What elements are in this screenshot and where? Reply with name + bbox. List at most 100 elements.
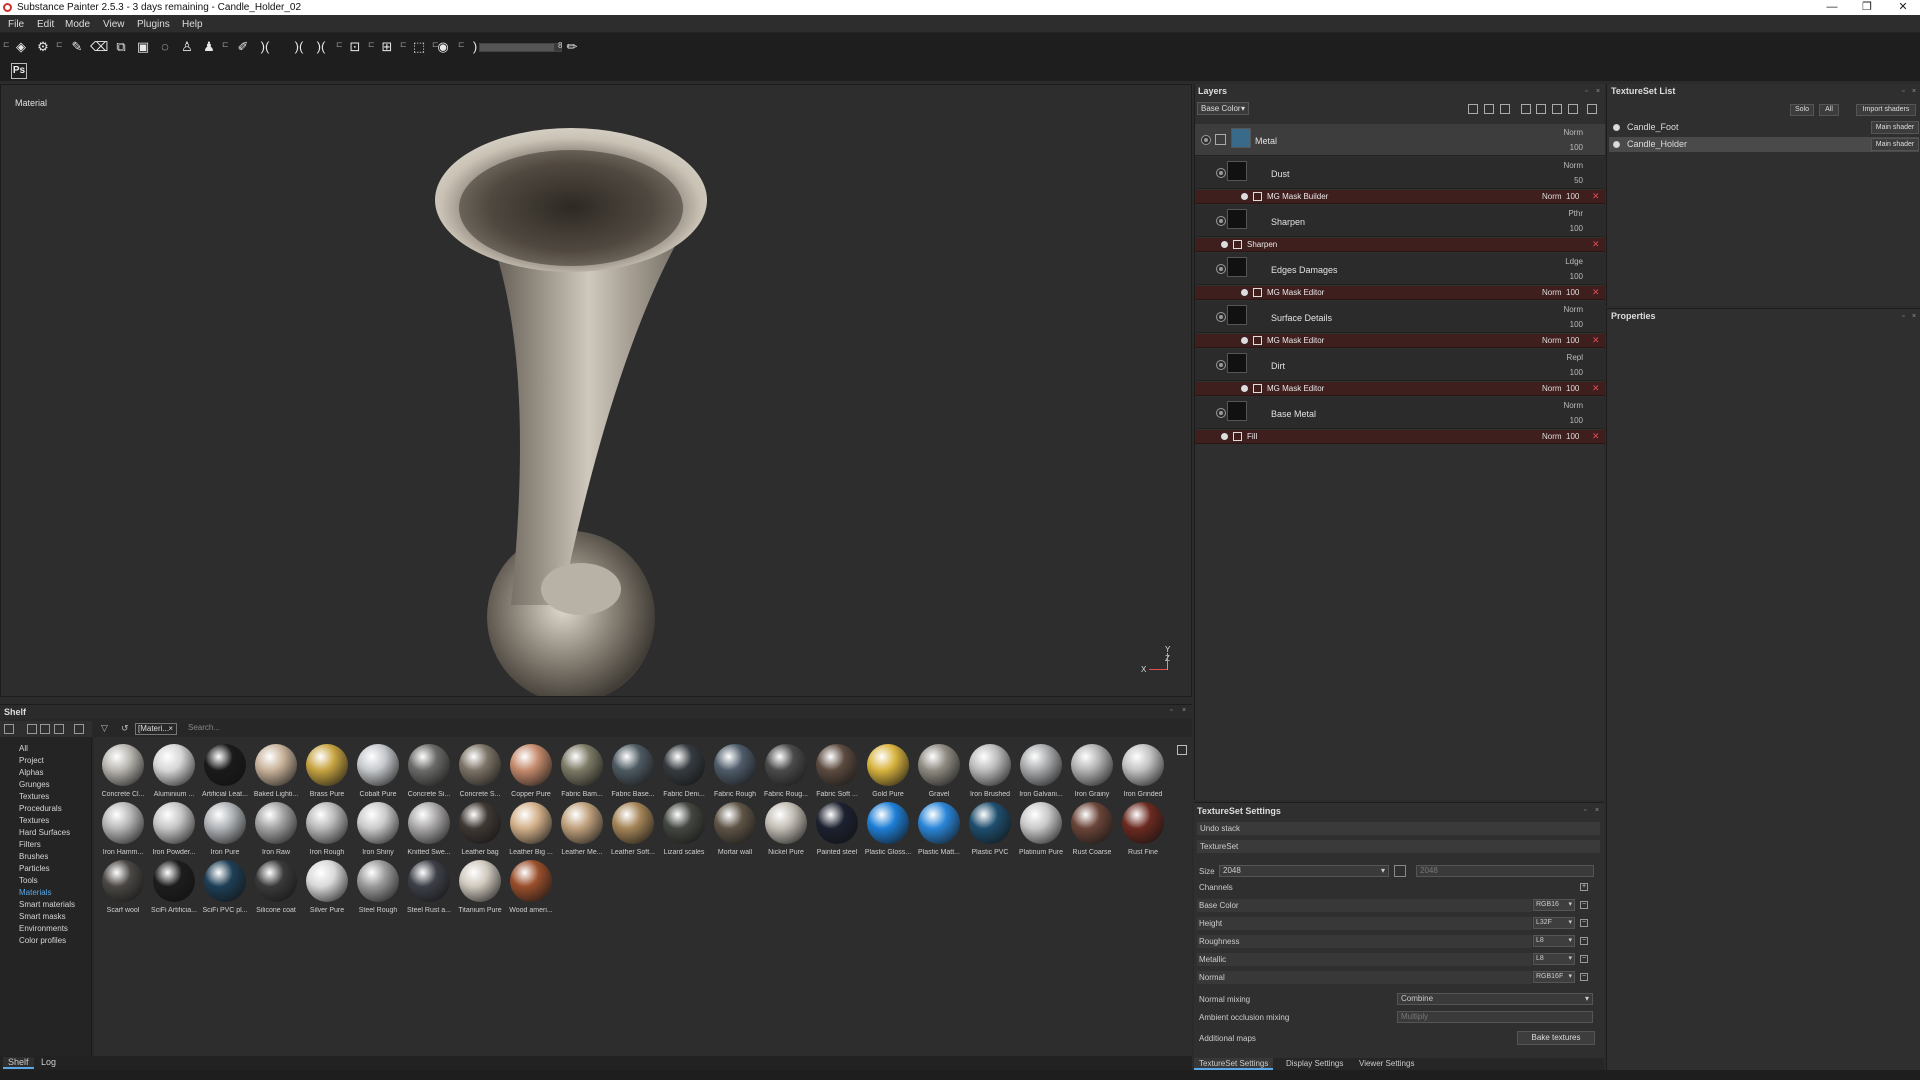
- material-item[interactable]: Concrete Si...: [404, 744, 454, 804]
- add-channel-icon[interactable]: +: [1580, 883, 1588, 891]
- paint-mode-icon[interactable]: ◈: [12, 39, 30, 55]
- layer-opacity[interactable]: 100: [1570, 320, 1583, 329]
- material-item[interactable]: Cobalt Pure: [353, 744, 403, 804]
- shelf-category-item[interactable]: Alphas: [0, 767, 92, 779]
- add-group-icon[interactable]: [1568, 104, 1578, 114]
- material-item[interactable]: Plastic PVC: [965, 802, 1015, 862]
- remove-channel-icon[interactable]: −: [1580, 937, 1588, 945]
- blend-mode[interactable]: Ldge: [1565, 257, 1583, 266]
- shelf-category-item[interactable]: Filters: [0, 839, 92, 851]
- material-item[interactable]: Knitted Swe...: [404, 802, 454, 862]
- filter-icon[interactable]: ▽: [101, 723, 108, 734]
- material-item[interactable]: Fabric Rough: [710, 744, 760, 804]
- float-panel-icon[interactable]: ▫: [1584, 807, 1586, 814]
- material-item[interactable]: Rust Coarse: [1067, 802, 1117, 862]
- remove-effect-icon[interactable]: ✕: [1592, 287, 1600, 298]
- material-item[interactable]: Wood ameri...: [506, 860, 556, 920]
- material-item[interactable]: Titanium Pure: [455, 860, 505, 920]
- add-effect-icon[interactable]: [1468, 104, 1478, 114]
- shelf-category-item[interactable]: Hard Surfaces: [0, 827, 92, 839]
- view-mode-icon[interactable]: ⊞: [378, 39, 396, 55]
- material-item[interactable]: Baked Lighti...: [251, 744, 301, 804]
- material-item[interactable]: Concrete S...: [455, 744, 505, 804]
- channel-format-dropdown[interactable]: L8 ▾: [1533, 935, 1575, 947]
- channel-format-dropdown[interactable]: RGB16F ▾: [1533, 971, 1575, 983]
- blend-mode[interactable]: Repl: [1567, 353, 1583, 362]
- toolbar-expand-icon[interactable]: ⊏: [3, 39, 10, 51]
- textureset-bar[interactable]: TextureSet: [1197, 840, 1600, 853]
- layer-opacity[interactable]: 100: [1570, 368, 1583, 377]
- effect-row[interactable]: Fill Norm 100 ✕: [1195, 430, 1605, 444]
- material-item[interactable]: Fabric Bam...: [557, 744, 607, 804]
- tab-textureset-settings[interactable]: TextureSet Settings: [1194, 1058, 1274, 1070]
- material-item[interactable]: Lizard scales: [659, 802, 709, 862]
- material-item[interactable]: Silver Pure: [302, 860, 352, 920]
- link-size-icon[interactable]: [1394, 865, 1406, 877]
- material-item[interactable]: Leather bag: [455, 802, 505, 862]
- material-item[interactable]: Nickel Pure: [761, 802, 811, 862]
- menu-view[interactable]: View: [103, 19, 125, 30]
- material-item[interactable]: Gold Pure: [863, 744, 913, 804]
- channel-format-dropdown[interactable]: L8 ▾: [1533, 953, 1575, 965]
- float-panel-icon[interactable]: ▫: [1170, 707, 1172, 714]
- blend-mode[interactable]: Norm: [1563, 128, 1583, 137]
- shader-button[interactable]: Main shader: [1871, 121, 1919, 134]
- eraser-icon[interactable]: ⌫: [90, 39, 108, 55]
- textureset-row[interactable]: Candle_Foot Main shader: [1609, 120, 1919, 135]
- material-item[interactable]: Steel Rust a...: [404, 860, 454, 920]
- tab-log[interactable]: Log: [36, 1057, 61, 1069]
- remove-channel-icon[interactable]: −: [1580, 955, 1588, 963]
- folder-icon[interactable]: [4, 724, 14, 734]
- layer-opacity[interactable]: 100: [1570, 224, 1583, 233]
- channel-dropdown[interactable]: Base Color ▾: [1197, 102, 1249, 115]
- visibility-eye-icon[interactable]: [1217, 313, 1225, 321]
- close-panel-icon[interactable]: ×: [1596, 88, 1600, 95]
- close-panel-icon[interactable]: ×: [1595, 807, 1599, 814]
- effect-opacity[interactable]: 100: [1566, 384, 1579, 393]
- projection-icon[interactable]: ⧉: [112, 39, 130, 55]
- layer-row[interactable]: Surface Details Norm 100: [1195, 301, 1605, 333]
- pen-pressure-icon[interactable]: ✏: [563, 39, 581, 55]
- color-picker-icon[interactable]: ✐: [234, 39, 252, 55]
- import-icon[interactable]: [27, 724, 37, 734]
- menu-help[interactable]: Help: [182, 19, 203, 30]
- effect-blend-mode[interactable]: Norm: [1542, 432, 1562, 441]
- filter-chip-materials[interactable]: [Materi... ×: [135, 723, 177, 735]
- close-window-button[interactable]: ✕: [1888, 0, 1918, 15]
- material-item[interactable]: Iron Raw: [251, 802, 301, 862]
- shader-button[interactable]: Main shader: [1871, 138, 1919, 151]
- material-item[interactable]: Concrete Cl...: [98, 744, 148, 804]
- close-panel-icon[interactable]: ×: [1912, 88, 1916, 95]
- minimize-button[interactable]: —: [1817, 0, 1847, 15]
- material-item[interactable]: Iron Grainy: [1067, 744, 1117, 804]
- symmetry-plane-icon[interactable]: )(: [312, 39, 330, 55]
- effect-visibility-icon[interactable]: [1241, 385, 1248, 392]
- material-item[interactable]: Fabric Deni...: [659, 744, 709, 804]
- remove-effect-icon[interactable]: ✕: [1592, 431, 1600, 442]
- layer-row[interactable]: Dust Norm 50: [1195, 157, 1605, 189]
- effect-visibility-icon[interactable]: [1241, 337, 1248, 344]
- effect-blend-mode[interactable]: Norm: [1542, 288, 1562, 297]
- material-item[interactable]: Artificial Leat...: [200, 744, 250, 804]
- material-item[interactable]: Silicone coat: [251, 860, 301, 920]
- material-item[interactable]: SciFi PVC pl...: [200, 860, 250, 920]
- layer-row[interactable]: Metal Norm 100: [1195, 124, 1605, 156]
- effect-row[interactable]: MG Mask Editor Norm 100 ✕: [1195, 286, 1605, 300]
- all-button[interactable]: All: [1819, 104, 1839, 116]
- menu-plugins[interactable]: Plugins: [137, 19, 170, 30]
- brush-icon[interactable]: ✎: [68, 39, 86, 55]
- material-item[interactable]: Leather Big ...: [506, 802, 556, 862]
- symmetry-axis-icon[interactable]: )(: [290, 39, 308, 55]
- effect-visibility-icon[interactable]: [1221, 241, 1228, 248]
- shelf-category-item[interactable]: Color profiles: [0, 935, 92, 947]
- effect-visibility-icon[interactable]: [1221, 433, 1228, 440]
- remove-channel-icon[interactable]: −: [1580, 919, 1588, 927]
- smudge-icon[interactable]: ◌: [156, 39, 174, 55]
- material-item[interactable]: Fabric Base...: [608, 744, 658, 804]
- normal-mixing-dropdown[interactable]: Combine ▾: [1397, 993, 1593, 1005]
- toolbar-expand-icon[interactable]: ⊏: [56, 39, 63, 51]
- remove-effect-icon[interactable]: ✕: [1592, 383, 1600, 394]
- effect-opacity[interactable]: 100: [1566, 336, 1579, 345]
- material-item[interactable]: Rust Fine: [1118, 802, 1168, 862]
- brush-size-slider[interactable]: [479, 43, 562, 52]
